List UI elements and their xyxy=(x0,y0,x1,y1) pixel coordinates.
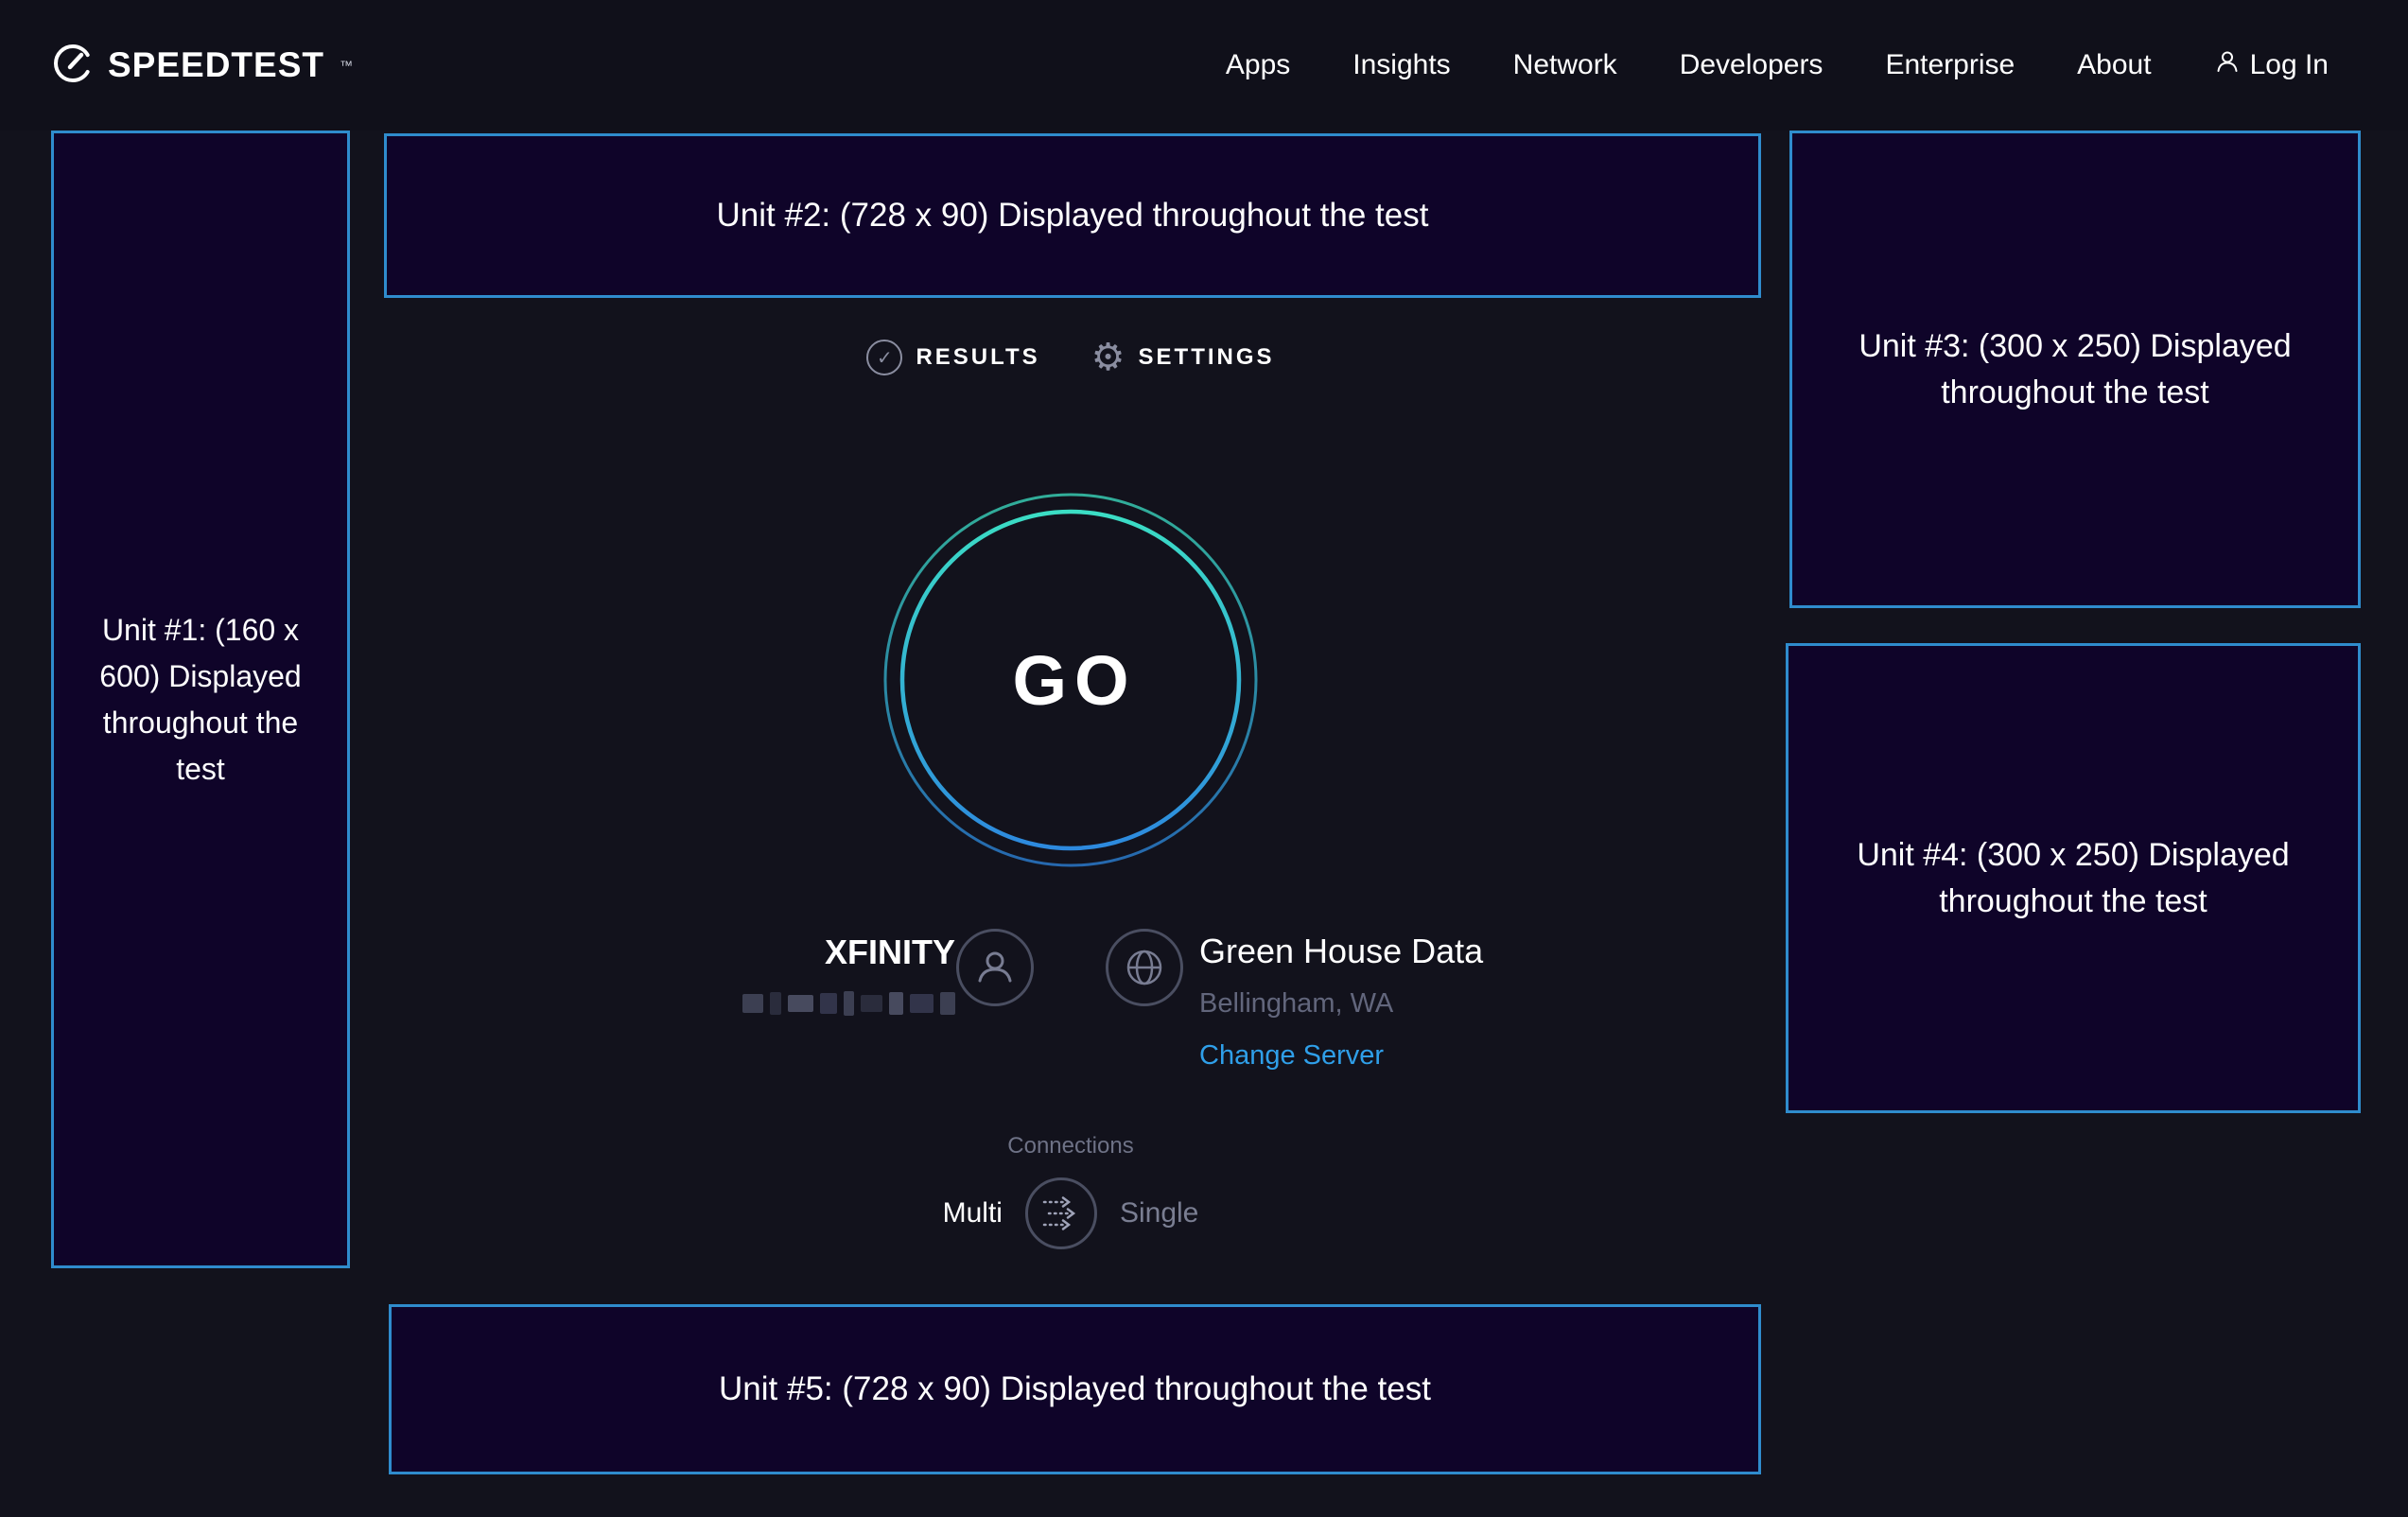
nav-item-network[interactable]: Network xyxy=(1513,49,1617,81)
brand-name: SPEEDTEST xyxy=(108,45,324,85)
nav-item-apps[interactable]: Apps xyxy=(1226,49,1290,81)
ad-unit-2-label: Unit #2: (728 x 90) Displayed throughout… xyxy=(717,197,1429,235)
multi-connection-arrows-icon xyxy=(1040,1195,1082,1231)
person-icon xyxy=(974,947,1016,988)
redacted-ip-blocks xyxy=(742,990,955,1017)
tabs-row: ✓ RESULTS ⚙ SETTINGS xyxy=(787,339,1354,376)
server-location: Bellingham, WA xyxy=(1199,988,1483,1020)
login-label: Log In xyxy=(2250,49,2329,81)
settings-tab-label: SETTINGS xyxy=(1139,344,1275,371)
server-globe-icon xyxy=(1106,929,1183,1006)
go-button-label: GO xyxy=(881,491,1260,869)
ad-unit-4-label: Unit #4: (300 x 250) Displayed throughou… xyxy=(1837,832,2310,925)
change-server-link[interactable]: Change Server xyxy=(1199,1040,1483,1072)
nav-item-about[interactable]: About xyxy=(2077,49,2151,81)
ad-unit-4-rectangle[interactable]: Unit #4: (300 x 250) Displayed throughou… xyxy=(1786,643,2361,1113)
ad-unit-2-leaderboard[interactable]: Unit #2: (728 x 90) Displayed throughout… xyxy=(384,133,1761,298)
globe-icon xyxy=(1123,946,1166,989)
ad-unit-1-skyscraper[interactable]: Unit #1: (160 x 600) Displayed throughou… xyxy=(51,131,350,1268)
ad-unit-3-rectangle[interactable]: Unit #3: (300 x 250) Displayed throughou… xyxy=(1789,131,2361,608)
connections-mode-icon-button[interactable] xyxy=(1025,1177,1097,1249)
top-nav-bar: SPEEDTEST ™ Apps Insights Network Develo… xyxy=(0,0,2408,131)
ad-unit-5-leaderboard[interactable]: Unit #5: (728 x 90) Displayed throughout… xyxy=(389,1304,1761,1474)
connections-title: Connections xyxy=(976,1133,1165,1160)
user-icon xyxy=(2214,48,2241,82)
speedtest-page: SPEEDTEST ™ Apps Insights Network Develo… xyxy=(0,0,2408,1517)
brand-trademark: ™ xyxy=(340,58,353,73)
ad-unit-3-label: Unit #3: (300 x 250) Displayed throughou… xyxy=(1839,323,2312,416)
nav-item-enterprise[interactable]: Enterprise xyxy=(1885,49,2015,81)
ad-unit-1-label: Unit #1: (160 x 600) Displayed throughou… xyxy=(82,607,319,793)
nav-item-developers[interactable]: Developers xyxy=(1680,49,1823,81)
connections-single-option[interactable]: Single xyxy=(1120,1197,1198,1229)
isp-avatar-icon xyxy=(956,929,1034,1006)
connections-toggle: Multi Single xyxy=(881,1177,1260,1249)
main-nav: Apps Insights Network Developers Enterpr… xyxy=(1226,48,2329,82)
check-circle-icon: ✓ xyxy=(866,340,902,375)
go-button[interactable]: GO xyxy=(881,491,1260,869)
results-tab-label: RESULTS xyxy=(916,344,1039,371)
connections-multi-option[interactable]: Multi xyxy=(943,1197,1003,1229)
nav-item-insights[interactable]: Insights xyxy=(1352,49,1450,81)
server-name: Green House Data xyxy=(1199,932,1483,971)
server-info: Green House Data Bellingham, WA Change S… xyxy=(1199,932,1483,1072)
speedtest-logo[interactable]: SPEEDTEST ™ xyxy=(51,42,353,90)
login-button[interactable]: Log In xyxy=(2214,48,2329,82)
tab-results[interactable]: ✓ RESULTS xyxy=(866,340,1039,375)
speedometer-icon xyxy=(51,42,95,90)
gear-icon: ⚙ xyxy=(1091,339,1125,376)
ad-unit-5-label: Unit #5: (728 x 90) Displayed throughout… xyxy=(719,1370,1431,1408)
tab-settings[interactable]: ⚙ SETTINGS xyxy=(1091,339,1275,376)
isp-name: XFINITY xyxy=(719,933,955,972)
